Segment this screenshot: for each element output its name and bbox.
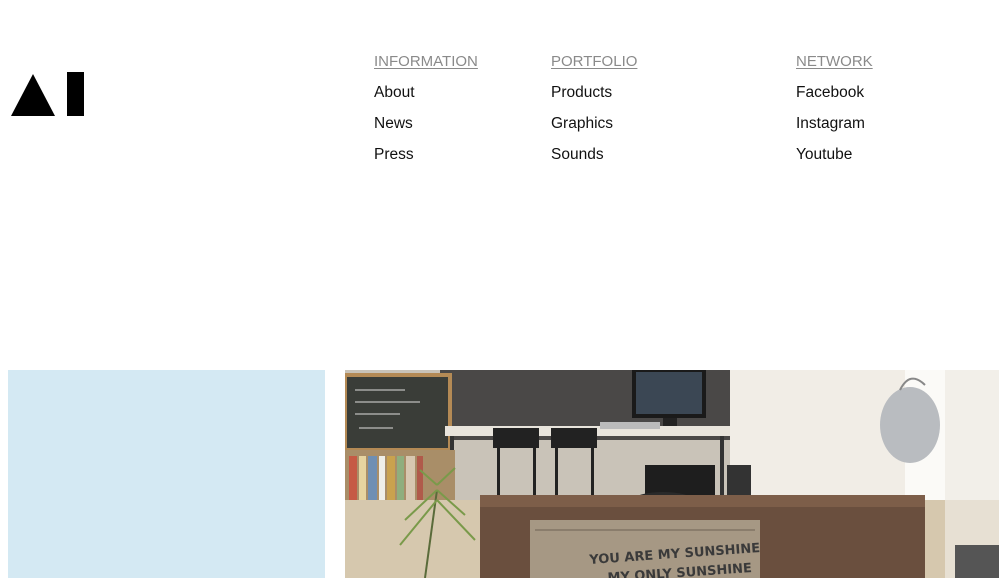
nav-heading-information[interactable]: INFORMATION <box>374 52 478 72</box>
studio-photo[interactable]: YOU ARE MY SUNSHINE MY ONLY SUNSHINE <box>345 370 999 578</box>
nav-link-youtube[interactable]: Youtube <box>796 145 873 165</box>
nav-heading-network[interactable]: NETWORK <box>796 52 873 72</box>
nav-link-graphics[interactable]: Graphics <box>551 114 637 134</box>
nav-heading-portfolio[interactable]: PORTFOLIO <box>551 52 637 72</box>
nav-link-facebook[interactable]: Facebook <box>796 83 873 103</box>
nav-column-portfolio: PORTFOLIO Products Graphics Sounds <box>551 52 637 176</box>
nav-link-press[interactable]: Press <box>374 145 478 165</box>
nav-link-instagram[interactable]: Instagram <box>796 114 873 134</box>
ai-logo-icon <box>11 72 84 116</box>
nav-column-information: INFORMATION About News Press <box>374 52 478 176</box>
nav-link-news[interactable]: News <box>374 114 478 134</box>
color-block-panel <box>8 370 325 578</box>
nav-link-sounds[interactable]: Sounds <box>551 145 637 165</box>
nav-column-network: NETWORK Facebook Instagram Youtube <box>796 52 873 176</box>
chalkboard <box>345 373 452 452</box>
site-logo[interactable] <box>11 72 85 116</box>
nav-link-about[interactable]: About <box>374 83 478 103</box>
nav-link-products[interactable]: Products <box>551 83 637 103</box>
